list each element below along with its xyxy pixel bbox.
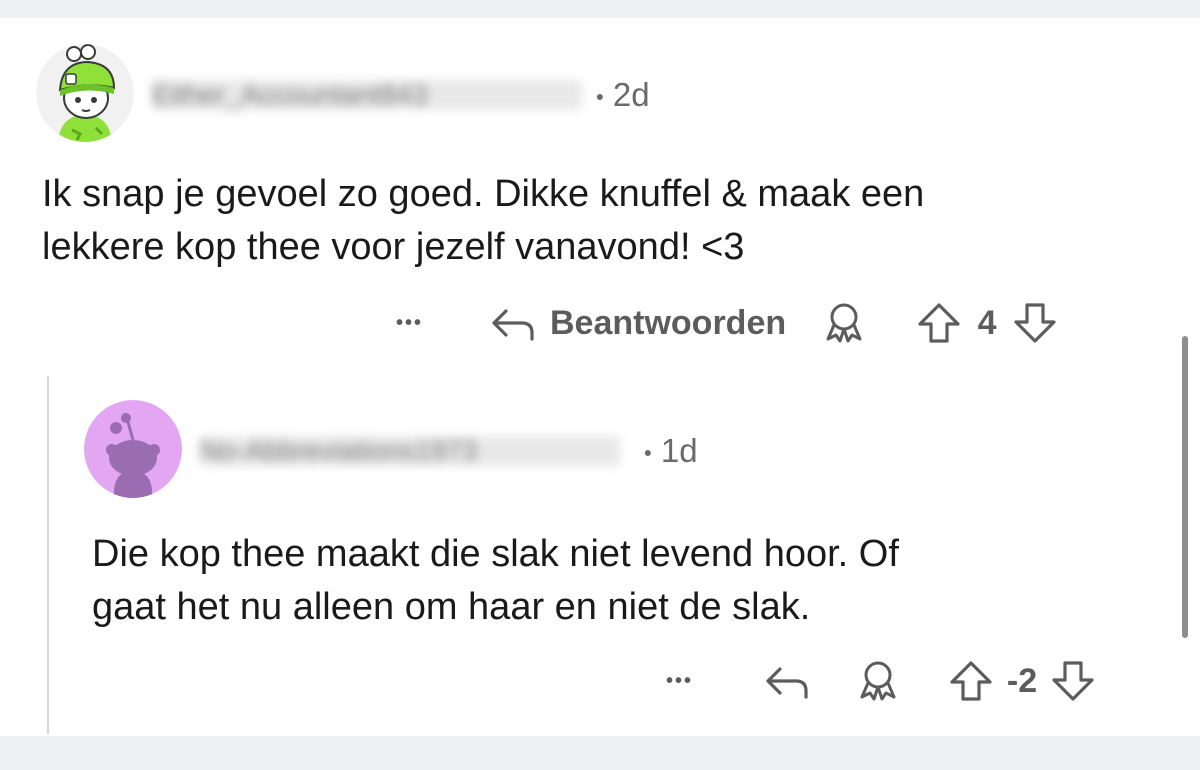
comment-actions: ••• -2	[666, 658, 1096, 704]
upvote-arrow-icon	[950, 661, 992, 701]
comment-text-line: Ik snap je gevoel zo goed. Dikke knuffel…	[42, 173, 925, 215]
separator-dot: •	[644, 440, 652, 466]
comment-timestamp: • 2d	[596, 76, 650, 114]
reply-button[interactable]	[762, 661, 854, 701]
comment-body: Die kop thee maakt die slak niet levend …	[92, 528, 1172, 634]
snoo-default-purple-avatar	[84, 400, 182, 498]
more-icon: •••	[396, 311, 424, 334]
separator-dot: •	[596, 84, 604, 110]
downvote-arrow-icon	[1014, 303, 1056, 343]
comment-text-line: lekkere kop thee voor jezelf vanavond! <…	[42, 226, 745, 268]
reply-button[interactable]: Beantwoorden	[488, 303, 786, 343]
more-options-button[interactable]: •••	[396, 312, 488, 335]
downvote-button[interactable]	[1012, 301, 1058, 345]
comment-body: Ik snap je gevoel zo goed. Dikke knuffel…	[42, 168, 1162, 274]
comment-text-line: Die kop thee maakt die slak niet levend …	[92, 533, 899, 575]
reply-label: Beantwoorden	[550, 303, 787, 342]
upvote-button[interactable]	[948, 659, 994, 703]
username[interactable]: Either_Accountant843	[152, 80, 582, 110]
award-icon	[826, 303, 862, 343]
award-icon	[860, 661, 896, 701]
comment-card: Either_Accountant843 • 2d Ik snap je gev…	[0, 18, 1200, 736]
thread-line[interactable]	[47, 376, 49, 734]
comment-timestamp: • 1d	[644, 432, 698, 470]
comment-actions: ••• Beantwoorden 4	[396, 300, 1058, 346]
page-background-band	[0, 736, 1200, 770]
vote-score: 4	[977, 303, 997, 342]
comment-text-line: gaat het nu alleen om haar en niet de sl…	[92, 586, 811, 628]
award-button[interactable]	[820, 301, 916, 345]
reply-arrow-icon	[492, 309, 534, 341]
upvote-button[interactable]	[916, 301, 962, 345]
upvote-arrow-icon	[918, 303, 960, 343]
scrollbar[interactable]	[1182, 336, 1188, 638]
award-button[interactable]	[854, 659, 948, 703]
downvote-button[interactable]	[1050, 659, 1096, 703]
downvote-arrow-icon	[1052, 661, 1094, 701]
vote-score: -2	[1006, 661, 1038, 700]
more-icon: •••	[666, 669, 694, 692]
snoo-green-beanie-avatar	[36, 44, 134, 142]
reply-arrow-icon	[766, 667, 808, 699]
username[interactable]: No-Abbreviations1973	[200, 436, 620, 466]
user-avatar[interactable]	[36, 44, 134, 142]
more-options-button[interactable]: •••	[666, 670, 762, 693]
time-ago: 2d	[612, 76, 650, 113]
user-avatar[interactable]	[84, 400, 182, 498]
time-ago: 1d	[660, 432, 698, 469]
